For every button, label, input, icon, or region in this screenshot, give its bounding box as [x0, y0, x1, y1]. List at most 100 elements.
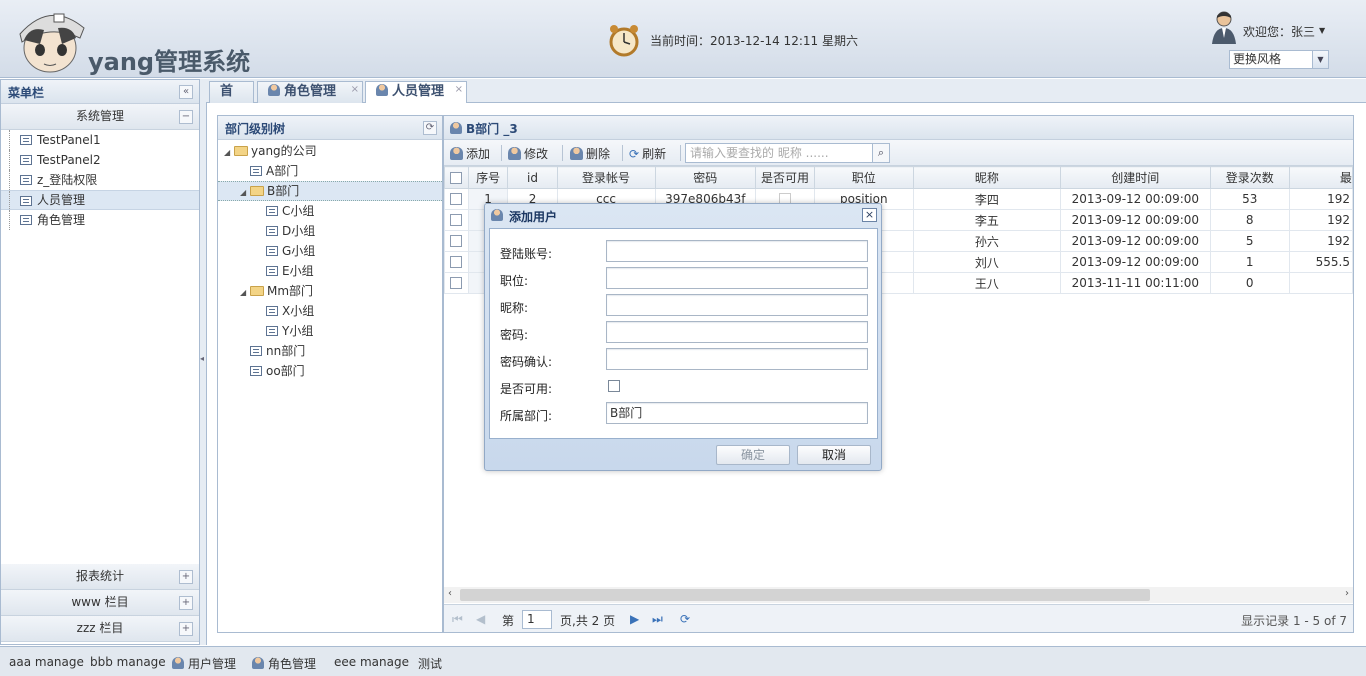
- col-header[interactable]: 密码: [654, 166, 757, 189]
- folder-icon: [250, 286, 264, 296]
- select-all-checkbox[interactable]: [444, 166, 469, 189]
- expand-icon[interactable]: +: [179, 622, 193, 636]
- welcome-user-menu[interactable]: 欢迎您：张三: [1243, 23, 1315, 40]
- row-checkbox[interactable]: [444, 209, 469, 231]
- add-button[interactable]: 添加: [450, 145, 490, 162]
- col-header[interactable]: 职位: [813, 166, 914, 189]
- search-icon[interactable]: ⌕: [872, 143, 890, 163]
- menu-item-personnel[interactable]: 人员管理: [1, 190, 199, 211]
- tree-node[interactable]: Y小组: [218, 321, 442, 341]
- expand-arrow-icon[interactable]: ◢: [240, 184, 250, 202]
- menu-item-testpanel1[interactable]: TestPanel1: [1, 130, 199, 150]
- tree-node[interactable]: oo部门: [218, 361, 442, 381]
- col-header[interactable]: id: [507, 166, 558, 189]
- password-field[interactable]: [606, 321, 868, 343]
- footer-link[interactable]: 测试: [418, 655, 442, 672]
- footer-link[interactable]: 角色管理: [268, 657, 316, 671]
- footer-link[interactable]: bbb manage: [90, 655, 166, 669]
- tree-node[interactable]: D小组: [218, 221, 442, 241]
- scroll-left-icon[interactable]: ‹: [448, 588, 452, 599]
- leaf-icon: [250, 366, 262, 376]
- refresh-icon[interactable]: ⟳: [680, 612, 690, 626]
- collapse-handle-icon[interactable]: ◂: [200, 354, 204, 363]
- password-confirm-field[interactable]: [606, 348, 868, 370]
- col-header[interactable]: 登录次数: [1209, 166, 1290, 189]
- tree-node[interactable]: X小组: [218, 301, 442, 321]
- position-label: 职位:: [500, 274, 529, 288]
- delete-button[interactable]: 删除: [570, 145, 610, 162]
- page-number-input[interactable]: 1: [522, 610, 552, 629]
- refresh-button[interactable]: ⟳ 刷新: [629, 145, 666, 162]
- chevron-down-icon[interactable]: ▼: [1312, 51, 1328, 68]
- menu-item-roles[interactable]: 角色管理: [1, 210, 199, 230]
- tree-node[interactable]: G小组: [218, 241, 442, 261]
- row-checkbox[interactable]: [444, 188, 469, 210]
- menu-group-zzz[interactable]: zzz 栏目 +: [1, 616, 199, 642]
- enabled-checkbox[interactable]: [608, 380, 620, 392]
- col-header[interactable]: 是否可用: [755, 166, 815, 189]
- position-field[interactable]: [606, 267, 868, 289]
- footer-link[interactable]: aaa manage: [9, 655, 84, 669]
- tree-node[interactable]: C小组: [218, 201, 442, 221]
- close-icon[interactable]: ×: [862, 208, 877, 222]
- footer-link[interactable]: 用户管理: [188, 657, 236, 671]
- dept-tree: ◢ yang的公司 A部门 ◢ B部门 C小组 D小组 G小组 E小组 ◢ Mm部门 …: [218, 140, 442, 381]
- expand-arrow-icon[interactable]: ◢: [240, 283, 250, 303]
- col-header[interactable]: 最: [1288, 166, 1353, 189]
- row-checkbox[interactable]: [444, 272, 469, 294]
- department-field[interactable]: B部门: [606, 402, 868, 424]
- col-header[interactable]: 创建时间: [1060, 166, 1211, 189]
- last-page-icon[interactable]: ⏭: [652, 612, 663, 627]
- refresh-icon: ⟳: [629, 147, 640, 161]
- col-header[interactable]: 序号: [467, 166, 509, 189]
- close-icon[interactable]: ×: [455, 80, 463, 100]
- menu-item-login-permission[interactable]: z_登陆权限: [1, 170, 199, 190]
- expand-arrow-icon[interactable]: ◢: [224, 143, 234, 163]
- search-input[interactable]: 请输入要查找的 昵称 ......: [685, 143, 873, 163]
- prev-page-icon[interactable]: ◀: [476, 612, 485, 626]
- account-field[interactable]: [606, 240, 868, 262]
- col-header[interactable]: 登录帐号: [556, 166, 656, 189]
- theme-select[interactable]: 更换风格 ▼: [1229, 50, 1329, 69]
- edit-button[interactable]: 修改: [508, 145, 548, 162]
- row-checkbox[interactable]: [444, 230, 469, 252]
- scrollbar-thumb[interactable]: [460, 589, 1150, 601]
- tree-node-selected[interactable]: ◢ B部门: [218, 181, 442, 201]
- menu-group-reports[interactable]: 报表统计 +: [1, 564, 199, 590]
- confirm-button[interactable]: 确定: [716, 445, 790, 465]
- first-page-icon[interactable]: ⏮: [452, 612, 463, 627]
- next-page-icon[interactable]: ▶: [630, 612, 639, 626]
- tab-personnel[interactable]: 人员管理 ×: [365, 81, 467, 104]
- user-icon: [450, 122, 462, 134]
- reload-icon[interactable]: ⟳: [423, 121, 437, 135]
- folder-icon: [250, 186, 264, 196]
- leaf-icon: [266, 326, 278, 336]
- row-checkbox[interactable]: [444, 251, 469, 273]
- scroll-right-icon[interactable]: ›: [1345, 588, 1349, 599]
- horizontal-scrollbar[interactable]: ‹ ›: [444, 587, 1353, 603]
- tree-node[interactable]: A部门: [218, 161, 442, 181]
- collapse-icon[interactable]: −: [179, 110, 193, 124]
- close-icon[interactable]: ×: [351, 80, 359, 100]
- cancel-button[interactable]: 取消: [797, 445, 871, 465]
- menu-group-system[interactable]: 系统管理 −: [1, 104, 199, 130]
- dept-tree-header: 部门级别树 ⟳: [218, 116, 442, 140]
- collapse-left-icon[interactable]: «: [179, 85, 193, 99]
- menu-item-testpanel2[interactable]: TestPanel2: [1, 150, 199, 170]
- tab-roles[interactable]: 角色管理 ×: [257, 81, 363, 103]
- footer-link[interactable]: eee manage: [334, 655, 409, 669]
- tree-node[interactable]: ◢ Mm部门: [218, 281, 442, 301]
- nickname-field[interactable]: [606, 294, 868, 316]
- tab-home[interactable]: 首页: [209, 81, 254, 119]
- dialog-form: 登陆账号: 职位: 昵称: 密码: 密码确认: 是否可用: 所属部门: B部门: [489, 228, 878, 439]
- expand-icon[interactable]: +: [179, 596, 193, 610]
- caret-down-icon[interactable]: ▼: [1319, 26, 1325, 35]
- tree-node[interactable]: nn部门: [218, 341, 442, 361]
- menu-group-www[interactable]: www 栏目 +: [1, 590, 199, 616]
- role-icon: [252, 657, 264, 669]
- col-header[interactable]: 昵称: [912, 166, 1062, 189]
- tree-node[interactable]: E小组: [218, 261, 442, 281]
- department-label: 所属部门:: [500, 409, 553, 423]
- tree-node[interactable]: ◢ yang的公司: [218, 141, 442, 161]
- expand-icon[interactable]: +: [179, 570, 193, 584]
